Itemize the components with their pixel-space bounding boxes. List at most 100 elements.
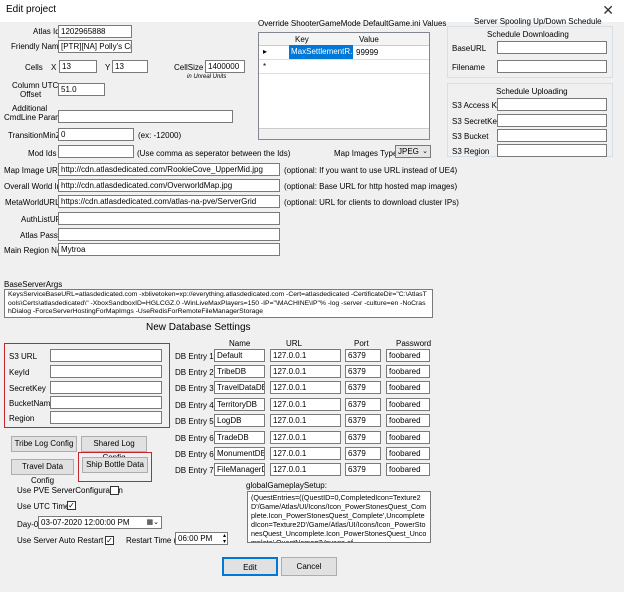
transition-minz-field[interactable]: 0	[58, 128, 134, 141]
travel-data-config-button[interactable]: Travel Data Config	[11, 459, 74, 485]
db-col-password: Password	[396, 339, 432, 348]
metaworld-note: (optional: URL for clients to download c…	[284, 198, 459, 207]
s3-url-field[interactable]	[50, 349, 162, 362]
db-entry-name-field[interactable]: FileManagerDB	[214, 463, 265, 476]
db-entry-name-field[interactable]: TribeDB	[214, 365, 265, 378]
shared-log-config-button[interactable]: Shared Log Config	[81, 436, 147, 462]
cmdline-params-field[interactable]	[58, 110, 233, 123]
s3-access-key-field[interactable]	[497, 98, 607, 111]
use-pve-label: Use PVE ServerConfiguration	[17, 486, 123, 495]
db-entry-port-field[interactable]: 6379	[345, 463, 381, 476]
db-entry-url-field[interactable]: 127.0.0.1	[270, 431, 341, 444]
filename-label: Filename	[452, 63, 485, 72]
cellsize-field[interactable]: 1400000	[205, 60, 245, 73]
tribe-log-config-button[interactable]: Tribe Log Config	[11, 436, 77, 452]
db-entry-url-field[interactable]: 127.0.0.1	[270, 349, 341, 362]
x-label: X	[51, 63, 57, 72]
cancel-button[interactable]: Cancel	[281, 557, 337, 576]
authlist-url-field[interactable]	[58, 212, 280, 225]
override-key-cell[interactable]: MaxSettlementR...	[289, 45, 353, 59]
override-grid[interactable]: Key Value ▸ MaxSettlementR... 99999 *	[258, 32, 430, 140]
db-entry-url-field[interactable]: 127.0.0.1	[270, 447, 341, 460]
s3-bucket-field[interactable]	[497, 129, 607, 142]
override-new-row[interactable]: *	[259, 59, 429, 74]
cells-x-field[interactable]: 13	[59, 60, 97, 73]
db-entry-port-field[interactable]: 6379	[345, 349, 381, 362]
ship-bottle-data-button[interactable]: Ship Bottle Data	[82, 457, 148, 473]
db-entry-password-field[interactable]: foobared	[386, 414, 430, 427]
db-entry-name-field[interactable]: MonumentDB	[214, 447, 265, 460]
atlas-id-field[interactable]: 1202965888	[58, 25, 132, 38]
db-entry-url-field[interactable]: 127.0.0.1	[270, 365, 341, 378]
db-entry-url-field[interactable]: 127.0.0.1	[270, 414, 341, 427]
db-entry-password-field[interactable]: foobared	[386, 365, 430, 378]
overall-world-note: (optional: Base URL for http hosted map …	[284, 182, 458, 191]
close-icon[interactable]: ✕	[602, 2, 614, 19]
db-entry-password-field[interactable]: foobared	[386, 349, 430, 362]
s3-region-field[interactable]	[497, 144, 607, 157]
override-row[interactable]: ▸ MaxSettlementR... 99999	[259, 45, 429, 60]
map-images-type-value: JPEG	[398, 147, 419, 156]
keyid-label: KeyId	[9, 368, 30, 377]
spinner-icon[interactable]: ▴ ▾	[223, 533, 226, 544]
day0-picker[interactable]: 03-07-2020 12:00:00 PM ▦⌄	[38, 516, 162, 529]
baseurl-field[interactable]	[497, 41, 607, 54]
secretkey-field[interactable]	[50, 381, 162, 394]
auto-restart-label: Use Server Auto Restart	[17, 536, 104, 545]
region-field[interactable]	[50, 411, 162, 424]
db-entry-password-field[interactable]: foobared	[386, 447, 430, 460]
friendly-name-field[interactable]: [PTR][NA] Polly's Crack	[58, 40, 132, 53]
overall-world-image-field[interactable]: http://cdn.atlasdedicated.com/OverworldM…	[58, 179, 280, 192]
db-entry-name-field[interactable]: Default	[214, 349, 265, 362]
atlas-password-field[interactable]	[58, 228, 280, 241]
spooling-title: Server Spooling Up/Down Schedule	[474, 17, 602, 26]
db-entry-password-field[interactable]: foobared	[386, 381, 430, 394]
map-images-type-select[interactable]: JPEG ⌄	[395, 145, 431, 158]
db-entry-password-field[interactable]: foobared	[386, 431, 430, 444]
edit-button[interactable]: Edit	[222, 557, 278, 576]
auto-restart-checkbox[interactable]: ✓	[105, 536, 114, 545]
column-utc-field[interactable]: 51.0	[58, 83, 105, 96]
db-entry-name-field[interactable]: LogDB	[214, 414, 265, 427]
bucketname-label: BucketName	[9, 399, 55, 408]
map-image-url-label: Map Image URL	[4, 166, 63, 175]
main-region-name-field[interactable]: Mytroa	[58, 243, 280, 256]
db-col-port: Port	[354, 339, 369, 348]
db-entry-name-field[interactable]: TerritoryDB	[214, 398, 265, 411]
restart-time-picker[interactable]: 06:00 PM ▴ ▾	[175, 532, 228, 545]
db-entry-port-field[interactable]: 6379	[345, 414, 381, 427]
base-server-args-field[interactable]: KeysServiceBaseURL=atlasdedicated.com -x…	[4, 289, 433, 318]
db-entry-password-field[interactable]: foobared	[386, 463, 430, 476]
db-entry-url-field[interactable]: 127.0.0.1	[270, 463, 341, 476]
use-pve-checkbox[interactable]	[110, 486, 119, 495]
db-entry-port-field[interactable]: 6379	[345, 381, 381, 394]
keyid-field[interactable]	[50, 365, 162, 378]
mod-ids-field[interactable]	[58, 145, 134, 158]
bucketname-field[interactable]	[50, 396, 162, 409]
db-col-url: URL	[286, 339, 303, 348]
cells-y-field[interactable]: 13	[112, 60, 148, 73]
db-entry-name-field[interactable]: TradeDB	[214, 431, 265, 444]
db-entry-port-field[interactable]: 6379	[345, 431, 381, 444]
db-entry-password-field[interactable]: foobared	[386, 398, 430, 411]
override-value-cell[interactable]: 99999	[356, 48, 378, 57]
db-entry-port-field[interactable]: 6379	[345, 447, 381, 460]
db-entry-name-field[interactable]: TravelDataDB	[214, 381, 265, 394]
db-entry-port-field[interactable]: 6379	[345, 398, 381, 411]
use-utc-checkbox[interactable]: ✓	[67, 501, 76, 510]
override-hscrollbar[interactable]	[259, 128, 429, 139]
db-col-name: Name	[229, 339, 251, 348]
filename-field[interactable]	[497, 60, 607, 73]
calendar-dropdown-icon[interactable]: ▦⌄	[147, 517, 159, 528]
global-gameplay-field[interactable]: (QuestEntries=((QuestID=0,CompletedIcon=…	[247, 491, 431, 543]
db-entry-label: DB Entry 6:	[175, 434, 216, 443]
secretkey-label: SecretKey	[9, 384, 46, 393]
s3-secret-key-field[interactable]	[497, 114, 607, 127]
metaworld-url-field[interactable]: https://cdn.atlasdedicated.com/atlas-na-…	[58, 195, 280, 208]
db-entry-port-field[interactable]: 6379	[345, 365, 381, 378]
db-entry-url-field[interactable]: 127.0.0.1	[270, 381, 341, 394]
map-image-url-field[interactable]: http://cdn.atlasdedicated.com/RookieCove…	[58, 163, 280, 176]
db-entry-url-field[interactable]: 127.0.0.1	[270, 398, 341, 411]
restart-time-value: 06:00 PM	[178, 534, 213, 543]
mod-ids-note: (Use comma as seperator between the Ids)	[137, 149, 291, 158]
